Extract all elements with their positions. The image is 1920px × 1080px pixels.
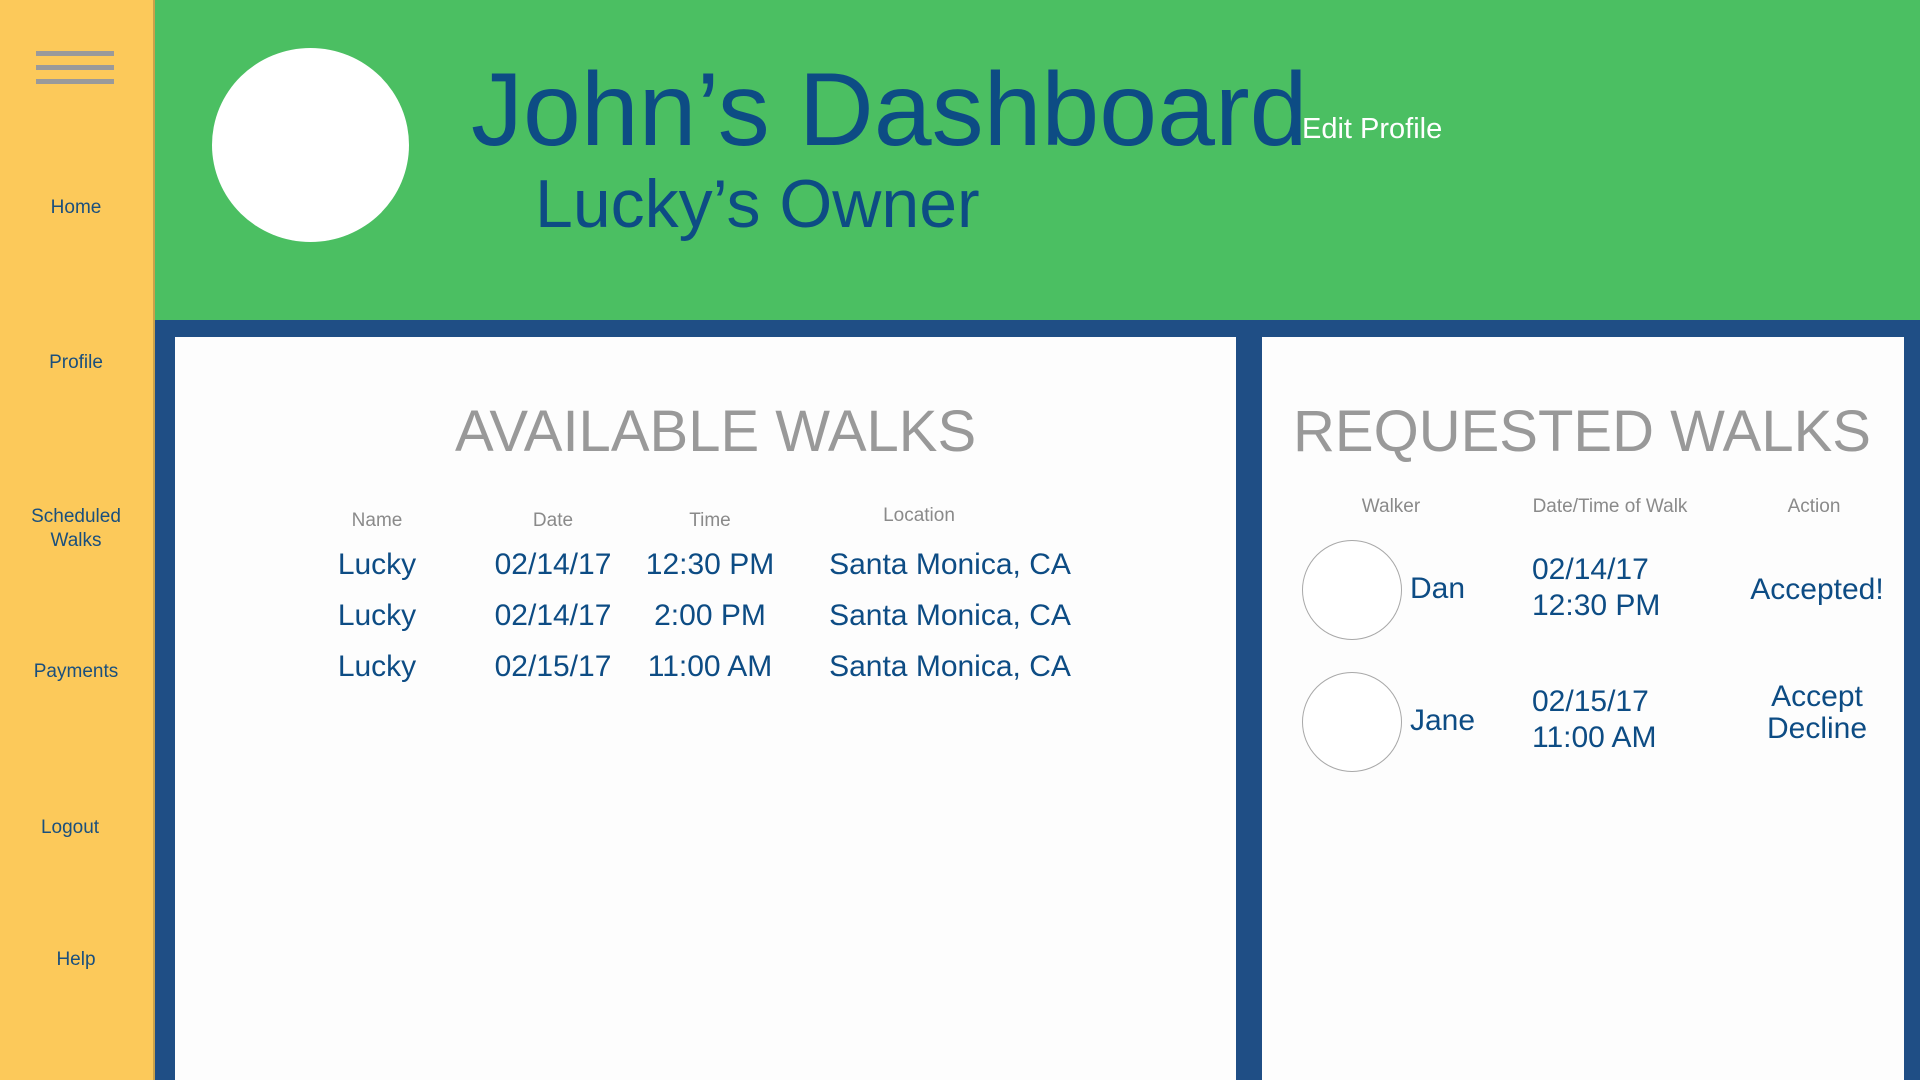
- accept-button[interactable]: Accept: [1742, 681, 1892, 713]
- walker-name: Jane: [1410, 704, 1476, 737]
- decline-button[interactable]: Decline: [1742, 713, 1892, 745]
- walk-date: 02/15/17: [494, 650, 612, 683]
- column-header-action: Action: [1787, 496, 1841, 517]
- walk-time: 11:00 AM: [1532, 721, 1657, 754]
- walk-location: Santa Monica, CA: [829, 650, 1071, 683]
- walk-date: 02/14/17: [494, 599, 612, 632]
- edit-profile-link[interactable]: Edit Profile: [1302, 111, 1442, 147]
- sidebar-item-scheduled-walks[interactable]: Scheduled Walks: [0, 505, 152, 553]
- hamburger-line: [36, 51, 114, 56]
- profile-avatar: [212, 48, 409, 242]
- sidebar-item-help[interactable]: Help: [0, 948, 152, 972]
- walk-name: Lucky: [337, 548, 417, 581]
- walk-date: 02/15/17: [1532, 685, 1649, 718]
- walker-avatar: [1302, 540, 1402, 640]
- sidebar-item-profile[interactable]: Profile: [0, 351, 152, 375]
- hamburger-line: [36, 65, 114, 70]
- column-header-date: Date: [532, 510, 574, 531]
- page-title: John’s Dashboard: [471, 52, 1308, 168]
- walk-status-accepted: Accepted!: [1750, 573, 1884, 606]
- walker-avatar: [1302, 672, 1402, 772]
- sidebar: Home Profile Scheduled Walks Payments Lo…: [0, 0, 155, 1080]
- dashboard-header: John’s Dashboard Edit Profile Lucky’s Ow…: [155, 0, 1920, 320]
- walk-time: 12:30 PM: [645, 548, 775, 581]
- walker-name: Dan: [1410, 572, 1466, 605]
- available-walks-panel: AVAILABLE WALKS Name Date Time Location …: [175, 337, 1236, 1080]
- column-header-time: Time: [689, 510, 731, 531]
- requested-walks-panel: REQUESTED WALKS Walker Date/Time of Walk…: [1262, 337, 1904, 1080]
- walk-location: Santa Monica, CA: [829, 548, 1071, 581]
- column-header-location: Location: [883, 505, 955, 526]
- walk-date: 02/14/17: [1532, 553, 1649, 586]
- walk-time: 2:00 PM: [654, 599, 766, 632]
- column-header-walker: Walker: [1361, 496, 1421, 517]
- sidebar-item-home[interactable]: Home: [0, 196, 152, 220]
- walk-location: Santa Monica, CA: [829, 599, 1071, 632]
- walk-date: 02/14/17: [494, 548, 612, 581]
- requested-walks-title: REQUESTED WALKS: [1293, 399, 1871, 464]
- column-header-name: Name: [351, 510, 403, 531]
- hamburger-menu-icon[interactable]: [36, 51, 114, 85]
- walk-name: Lucky: [337, 599, 417, 632]
- walk-time: 12:30 PM: [1532, 589, 1661, 622]
- column-header-datetime: Date/Time of Walk: [1532, 496, 1688, 517]
- walk-name: Lucky: [337, 650, 417, 683]
- walk-time: 11:00 AM: [647, 650, 773, 683]
- sidebar-item-logout[interactable]: Logout: [0, 816, 140, 840]
- sidebar-item-payments[interactable]: Payments: [0, 660, 152, 684]
- hamburger-line: [36, 79, 114, 84]
- page-subtitle: Lucky’s Owner: [535, 166, 980, 242]
- available-walks-title: AVAILABLE WALKS: [455, 399, 977, 464]
